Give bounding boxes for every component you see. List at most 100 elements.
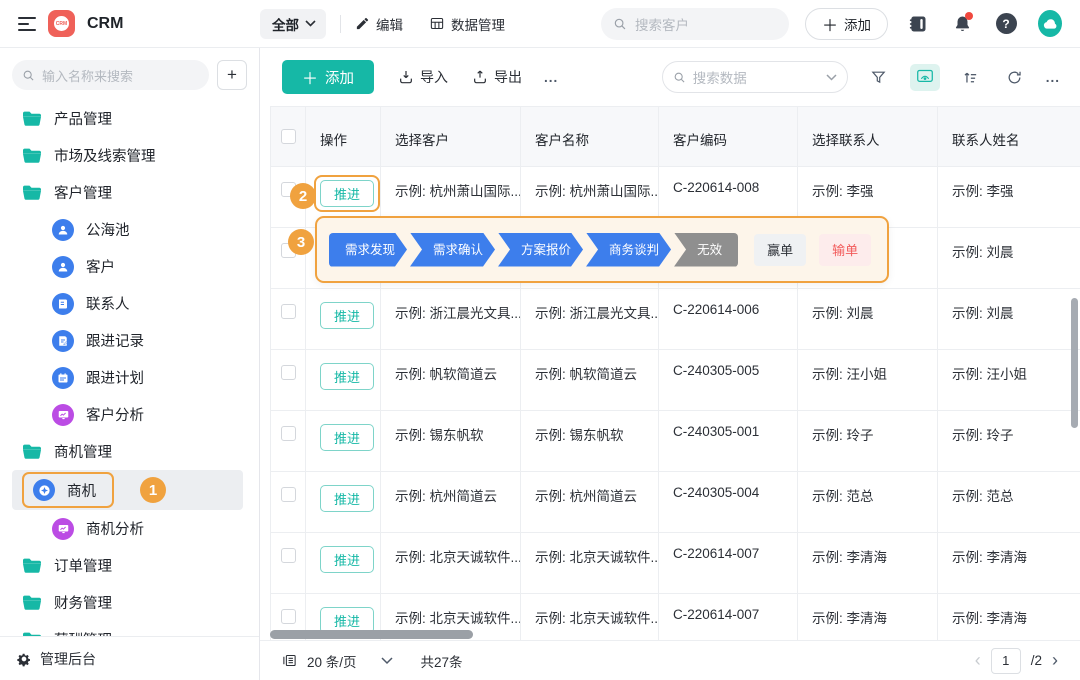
filter-icon[interactable] xyxy=(866,64,892,90)
column-header: 联系人姓名 xyxy=(938,107,1080,166)
sidebar-item-label: 联系人 xyxy=(86,293,130,314)
chevron-down-icon[interactable] xyxy=(826,74,837,81)
sidebar-item-4[interactable]: 客户 xyxy=(0,248,259,285)
sidebar-item-0[interactable]: 产品管理 xyxy=(0,100,259,137)
record-icon xyxy=(52,330,74,352)
row-checkbox[interactable] xyxy=(281,304,296,319)
avatar[interactable] xyxy=(1038,12,1062,36)
edit-label: 编辑 xyxy=(376,14,403,34)
advance-button[interactable]: 推进 xyxy=(320,363,374,390)
bell-icon[interactable] xyxy=(950,12,974,36)
admin-backend-label: 管理后台 xyxy=(40,649,96,669)
row-checkbox[interactable] xyxy=(281,365,296,380)
sidebar-item-7[interactable]: 跟进计划 xyxy=(0,359,259,396)
add-record-button[interactable]: ＋ 添加 xyxy=(282,60,374,94)
page-size-select[interactable]: 20 条/页 xyxy=(307,651,357,671)
chart-icon xyxy=(52,518,74,540)
cell: 示例: 玲子 xyxy=(938,411,1080,471)
advance-button[interactable]: 推进 xyxy=(320,424,374,451)
field-display-icon[interactable] xyxy=(910,64,940,91)
cell: 示例: 浙江晨光文具... xyxy=(521,289,659,349)
annotation-badge-3: 3 xyxy=(288,229,314,255)
data-search-input[interactable]: 搜索数据 xyxy=(662,61,848,93)
vertical-scrollbar[interactable] xyxy=(1071,298,1078,428)
import-button[interactable]: 导入 xyxy=(398,67,448,87)
sidebar-item-10[interactable]: 商机1 xyxy=(12,470,243,510)
table-toolbar: ＋ 添加 导入 导出 ... 搜索数据 xyxy=(260,48,1080,106)
win-button[interactable]: 赢单 xyxy=(754,234,806,266)
row-checkbox-cell xyxy=(271,472,306,532)
export-icon xyxy=(472,69,488,85)
sidebar-item-label: 产品管理 xyxy=(54,108,112,129)
row-checkbox[interactable] xyxy=(281,609,296,624)
cell: 示例: 李强 xyxy=(938,167,1080,227)
sidebar-item-5[interactable]: 联系人 xyxy=(0,285,259,322)
select-all-checkbox[interactable] xyxy=(281,129,296,144)
sidebar-search-input[interactable]: 输入名称来搜索 xyxy=(12,60,209,90)
toolbar-more-button[interactable]: ... xyxy=(544,70,558,85)
stage-step-3[interactable]: 方案报价 xyxy=(498,233,583,267)
row-checkbox[interactable] xyxy=(281,487,296,502)
table-row-7: 推进示例: 北京天诚软件...示例: 北京天诚软件...C-220614-007… xyxy=(271,533,1080,594)
book-icon xyxy=(52,293,74,315)
advance-button[interactable]: 推进 xyxy=(320,180,374,207)
sidebar-add-button[interactable]: + xyxy=(217,60,247,90)
customer-search-input[interactable]: 搜索客户 xyxy=(601,8,789,40)
row-checkbox[interactable] xyxy=(281,548,296,563)
table-header-row: 操作选择客户客户名称客户编码选择联系人联系人姓名 xyxy=(271,107,1080,167)
export-button[interactable]: 导出 xyxy=(472,67,522,87)
directory-icon[interactable] xyxy=(906,12,930,36)
advance-button[interactable]: 推进 xyxy=(320,485,374,512)
refresh-icon[interactable] xyxy=(1002,64,1028,90)
crm-logo: CRM xyxy=(48,10,75,37)
row-checkbox-cell xyxy=(271,533,306,593)
sidebar-item-3[interactable]: 公海池 xyxy=(0,211,259,248)
folder-icon xyxy=(22,443,42,460)
folder-icon xyxy=(22,184,42,201)
chevron-down-icon[interactable] xyxy=(381,657,393,665)
notification-dot xyxy=(965,12,973,20)
row-action-cell: 推进 xyxy=(306,472,381,532)
stage-step-1[interactable]: 需求发现 xyxy=(329,233,407,267)
sidebar-item-1[interactable]: 市场及线索管理 xyxy=(0,137,259,174)
sort-icon[interactable] xyxy=(958,64,984,90)
sidebar-item-13[interactable]: 财务管理 xyxy=(0,584,259,621)
advance-button[interactable]: 推进 xyxy=(320,302,374,329)
header-checkbox-cell xyxy=(271,107,306,166)
cell: 示例: 帆软简道云 xyxy=(521,350,659,410)
scope-dropdown[interactable]: 全部 xyxy=(260,9,326,39)
current-page-input[interactable]: 1 xyxy=(991,648,1021,674)
table-more-button[interactable]: ... xyxy=(1046,70,1060,85)
help-icon[interactable]: ? xyxy=(994,12,1018,36)
admin-backend-button[interactable]: 管理后台 xyxy=(0,636,259,680)
sidebar-item-8[interactable]: 客户分析 xyxy=(0,396,259,433)
sidebar-item-12[interactable]: 订单管理 xyxy=(0,547,259,584)
stage-step-2[interactable]: 需求确认 xyxy=(410,233,495,267)
cell: 示例: 刘晨 xyxy=(798,289,938,349)
export-label: 导出 xyxy=(494,67,522,87)
row-checkbox[interactable] xyxy=(281,426,296,441)
sidebar-item-label: 跟进计划 xyxy=(86,367,144,388)
sidebar-item-6[interactable]: 跟进记录 xyxy=(0,322,259,359)
row-checkbox-cell xyxy=(271,411,306,471)
stage-invalid[interactable]: 无效 xyxy=(674,233,738,267)
horizontal-scrollbar[interactable] xyxy=(270,630,473,639)
sidebar-item-9[interactable]: 商机管理 xyxy=(0,433,259,470)
prev-page-button[interactable]: ‹ xyxy=(975,650,981,671)
edit-button[interactable]: 编辑 xyxy=(355,14,403,34)
sidebar: 输入名称来搜索 + 产品管理市场及线索管理客户管理公海池客户联系人跟进记录跟进计… xyxy=(0,48,260,680)
cell: 示例: 锡东帆软 xyxy=(381,411,521,471)
column-header: 操作 xyxy=(306,107,381,166)
advance-button[interactable]: 推进 xyxy=(320,546,374,573)
sidebar-item-2[interactable]: 客户管理 xyxy=(0,174,259,211)
lose-button[interactable]: 输单 xyxy=(819,234,871,266)
folder-icon xyxy=(22,147,42,164)
sidebar-item-11[interactable]: 商机分析 xyxy=(0,510,259,547)
add-button-topbar[interactable]: ＋ 添加 xyxy=(805,8,888,40)
data-search-placeholder: 搜索数据 xyxy=(693,67,747,87)
data-management-button[interactable]: 数据管理 xyxy=(429,14,505,34)
next-page-button[interactable]: › xyxy=(1052,650,1058,671)
cell: C-240305-005 xyxy=(659,350,798,410)
stage-step-4[interactable]: 商务谈判 xyxy=(586,233,671,267)
hamburger-icon[interactable] xyxy=(18,17,36,31)
